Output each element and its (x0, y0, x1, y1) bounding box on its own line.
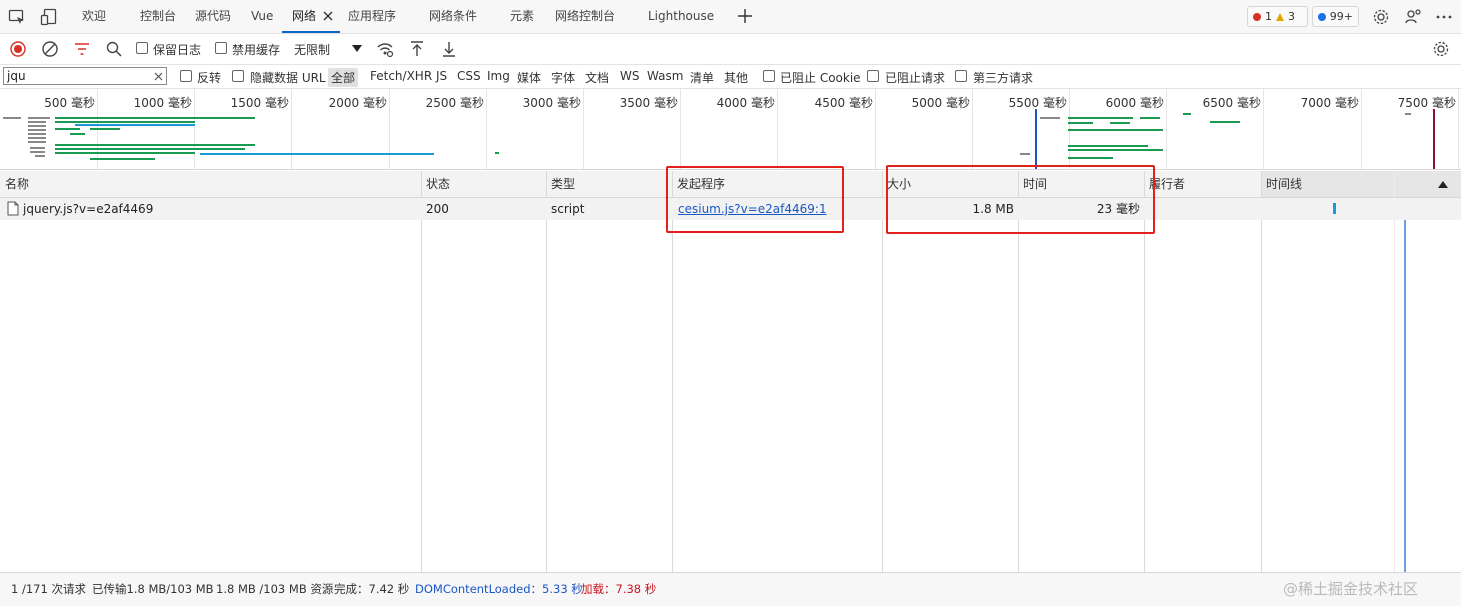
inspect-element-icon[interactable] (8, 8, 26, 26)
overview-bars (0, 89, 1461, 169)
column-header-waterfall[interactable]: 时间线 (1261, 171, 1461, 197)
error-count: 1 (1265, 10, 1272, 23)
issues-count: 99+ (1329, 10, 1353, 23)
preserve-log-label: 保留日志 (153, 43, 202, 57)
request-name[interactable]: jquery.js?v=e2af4469 (23, 198, 153, 220)
highlight-box-size-time (886, 165, 1155, 234)
settings-gear-icon[interactable] (1372, 8, 1390, 26)
filter-type-wasm[interactable]: Wasm (647, 69, 683, 83)
invert-checkbox[interactable] (180, 70, 192, 82)
filter-input[interactable] (3, 67, 167, 85)
add-tab-icon[interactable] (737, 8, 753, 24)
column-header-type[interactable]: 类型 (546, 171, 672, 197)
network-settings-gear-icon[interactable] (1432, 40, 1450, 58)
network-toolbar: 保留日志 禁用缓存 无限制 (0, 34, 1461, 65)
sort-ascending-icon[interactable] (1438, 180, 1448, 188)
highlight-box-initiator (666, 166, 844, 233)
column-header-fulfilled-by[interactable]: 履行者 (1144, 171, 1261, 197)
request-type: script (551, 202, 585, 216)
tab-lighthouse[interactable]: Lighthouse (648, 0, 714, 33)
column-header-status[interactable]: 状态 (421, 171, 546, 197)
tab-vue[interactable]: Vue (251, 0, 273, 33)
tab-sources[interactable]: 源代码 (195, 0, 231, 33)
status-load: 加载：7.38 秒 (581, 582, 657, 596)
filter-type-fetch-xhr[interactable]: Fetch/XHR (370, 69, 432, 83)
error-icon (1253, 12, 1261, 21)
filter-type-media[interactable]: 媒体 (517, 69, 541, 86)
blocked-cookies-label: 已阻止 Cookie (780, 71, 861, 85)
waterfall-dcl-marker (1404, 198, 1406, 572)
filter-type-font[interactable]: 字体 (551, 69, 575, 86)
active-tab-indicator (282, 31, 340, 33)
dropdown-arrow-icon (352, 45, 362, 53)
customize-profile-icon[interactable] (1404, 8, 1422, 26)
column-divider (1261, 171, 1262, 572)
third-party-checkbox[interactable] (955, 70, 967, 82)
warning-count: 3 (1288, 10, 1295, 23)
errors-warnings-badge[interactable]: 1 3 (1247, 6, 1308, 27)
devtools-tab-bar: 欢迎 控制台 源代码 Vue 网络 应用程序 网络条件 元素 网络控制台 Lig… (0, 0, 1461, 34)
device-emulation-icon[interactable] (40, 8, 58, 26)
filter-type-ws[interactable]: WS (620, 69, 639, 83)
filter-type-all[interactable]: 全部 (328, 68, 359, 87)
preserve-log-checkbox[interactable] (136, 42, 148, 54)
warning-icon (1276, 12, 1284, 21)
tab-elements[interactable]: 元素 (510, 0, 534, 33)
tab-network-console[interactable]: 网络控制台 (555, 0, 615, 33)
record-stop-icon[interactable] (9, 40, 27, 58)
watermark: @稀土掘金技术社区 (1283, 580, 1419, 598)
hide-data-urls-checkbox[interactable] (232, 70, 244, 82)
tab-welcome[interactable]: 欢迎 (82, 0, 106, 33)
throttling-select[interactable]: 无限制 (292, 38, 366, 60)
import-har-icon[interactable] (408, 40, 426, 58)
issues-badge[interactable]: 99+ (1312, 6, 1359, 27)
column-divider (421, 171, 422, 572)
tab-network[interactable]: 网络 (292, 0, 316, 33)
status-requests: 1 /171 次请求 (11, 582, 86, 596)
filter-type-doc[interactable]: 文档 (585, 69, 609, 86)
invert-label: 反转 (197, 71, 222, 85)
search-icon[interactable] (105, 40, 123, 58)
status-dom-content-loaded: DOMContentLoaded：5.33 秒 (415, 582, 583, 596)
tab-console[interactable]: 控制台 (140, 0, 176, 33)
export-har-icon[interactable] (440, 40, 458, 58)
request-status: 200 (426, 202, 449, 216)
filter-type-js[interactable]: JS (436, 69, 447, 83)
file-icon (7, 201, 19, 216)
column-header-name[interactable]: 名称 (0, 171, 420, 197)
network-conditions-wifi-icon[interactable] (376, 40, 394, 58)
third-party-label: 第三方请求 (973, 71, 1034, 85)
status-finish: 完成：7.42 秒 (334, 582, 410, 596)
filter-type-img[interactable]: Img (487, 69, 510, 83)
hide-data-urls-label: 隐藏数据 URL (250, 71, 326, 85)
status-resources: 1.8 MB /103 MB 资源 (216, 582, 334, 596)
throttling-value: 无限制 (294, 43, 331, 57)
filter-type-other[interactable]: 其他 (724, 69, 748, 86)
waterfall-grid-line (1394, 171, 1395, 572)
clear-filter-icon[interactable] (153, 71, 163, 81)
column-divider (882, 171, 883, 572)
blocked-cookies-checkbox[interactable] (763, 70, 775, 82)
filter-bar: 反转 隐藏数据 URL 全部 Fetch/XHR JS CSS Img 媒体 字… (0, 65, 1461, 89)
column-divider (546, 171, 547, 572)
tab-application[interactable]: 应用程序 (348, 0, 396, 33)
blocked-requests-checkbox[interactable] (867, 70, 879, 82)
clear-icon[interactable] (41, 40, 59, 58)
status-transferred: 已传输1.8 MB/103 MB (92, 582, 214, 596)
close-tab-icon[interactable] (322, 10, 334, 22)
waterfall-bar (1333, 203, 1336, 214)
more-options-icon[interactable] (1435, 8, 1453, 26)
disable-cache-checkbox[interactable] (215, 42, 227, 54)
status-bar: 1 /171 次请求 已传输1.8 MB/103 MB 1.8 MB /103 … (0, 572, 1461, 606)
issues-icon (1318, 12, 1326, 21)
filter-icon[interactable] (73, 40, 91, 58)
network-overview[interactable]: 500 毫秒 1000 毫秒 1500 毫秒 2000 毫秒 2500 毫秒 3000 毫… (0, 89, 1461, 170)
disable-cache-label: 禁用缓存 (232, 43, 281, 57)
blocked-requests-label: 已阻止请求 (885, 71, 946, 85)
filter-type-manifest[interactable]: 清单 (690, 69, 714, 86)
tab-network-conditions[interactable]: 网络条件 (429, 0, 477, 33)
filter-type-css[interactable]: CSS (457, 69, 481, 83)
